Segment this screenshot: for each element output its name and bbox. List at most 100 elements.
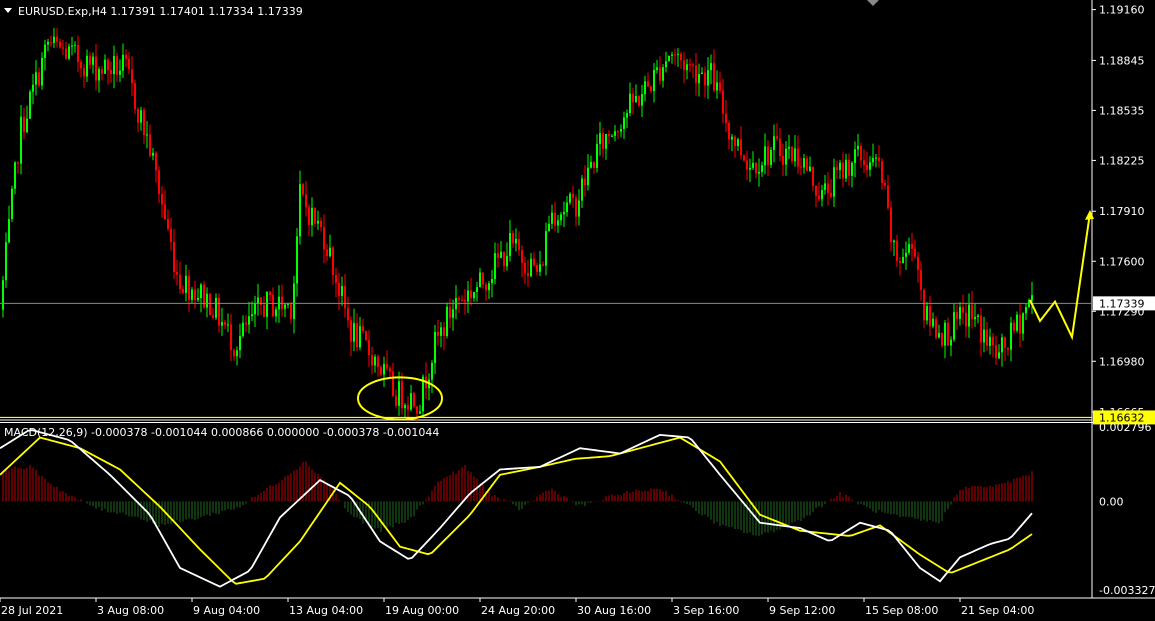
candle-body[interactable] [539, 264, 541, 272]
candle-body[interactable] [86, 55, 88, 77]
candle-body[interactable] [299, 184, 301, 237]
candle-body[interactable] [806, 158, 808, 171]
candle-body[interactable] [20, 116, 22, 164]
candle-body[interactable] [35, 72, 37, 85]
candle-body[interactable] [215, 297, 217, 318]
candle-body[interactable] [458, 297, 460, 300]
candle-body[interactable] [698, 74, 700, 84]
candle-body[interactable] [983, 329, 985, 343]
candle-body[interactable] [227, 324, 229, 326]
candle-body[interactable] [632, 93, 634, 103]
candle-body[interactable] [401, 381, 403, 409]
candle-body[interactable] [755, 162, 757, 174]
candle-body[interactable] [938, 332, 940, 338]
candle-body[interactable] [953, 312, 955, 340]
candle-body[interactable] [905, 252, 907, 257]
candle-body[interactable] [536, 265, 538, 272]
candle-body[interactable] [233, 350, 235, 357]
candle-body[interactable] [251, 314, 253, 317]
candle-body[interactable] [206, 293, 208, 308]
candle-body[interactable] [224, 322, 226, 325]
candle-body[interactable] [731, 136, 733, 140]
candle-body[interactable] [80, 61, 82, 69]
candle-body[interactable] [974, 316, 976, 320]
candle-body[interactable] [170, 228, 172, 242]
candle-body[interactable] [53, 36, 55, 43]
candle-body[interactable] [890, 207, 892, 243]
candle-body[interactable] [194, 289, 196, 301]
candle-body[interactable] [893, 240, 895, 243]
candle-body[interactable] [1031, 295, 1033, 301]
candle-body[interactable] [842, 162, 844, 179]
candle-body[interactable] [59, 41, 61, 48]
candle-body[interactable] [716, 82, 718, 91]
candle-body[interactable] [533, 258, 535, 266]
candle-body[interactable] [929, 306, 931, 327]
candle-body[interactable] [197, 297, 199, 301]
candle-body[interactable] [770, 149, 772, 165]
candle-body[interactable] [110, 69, 112, 75]
candle-body[interactable] [764, 146, 766, 166]
candle-body[interactable] [512, 233, 514, 244]
candle-body[interactable] [509, 233, 511, 257]
candle-body[interactable] [620, 128, 622, 132]
candle-body[interactable] [209, 293, 211, 316]
candle-body[interactable] [773, 136, 775, 150]
candle-body[interactable] [143, 110, 145, 136]
candle-body[interactable] [302, 184, 304, 195]
candle-body[interactable] [74, 44, 76, 46]
candle-body[interactable] [728, 122, 730, 140]
candle-body[interactable] [713, 63, 715, 91]
candle-body[interactable] [545, 231, 547, 266]
candle-body[interactable] [944, 322, 946, 346]
candle-body[interactable] [599, 133, 601, 144]
candle-body[interactable] [638, 96, 640, 106]
candle-body[interactable] [725, 113, 727, 123]
candle-body[interactable] [341, 286, 343, 296]
candle-body[interactable] [71, 45, 73, 47]
candle-body[interactable] [500, 251, 502, 258]
candle-body[interactable] [104, 59, 106, 74]
candle-body[interactable] [650, 86, 652, 92]
candle-body[interactable] [668, 55, 670, 62]
candle-body[interactable] [839, 162, 841, 170]
candle-body[interactable] [152, 152, 154, 156]
candle-body[interactable] [1004, 337, 1006, 348]
candle-body[interactable] [710, 63, 712, 71]
candle-body[interactable] [14, 162, 16, 189]
candle-body[interactable] [827, 183, 829, 193]
candle-body[interactable] [158, 170, 160, 195]
candle-body[interactable] [374, 356, 376, 366]
candle-body[interactable] [191, 289, 193, 300]
candle-body[interactable] [56, 36, 58, 42]
candle-body[interactable] [392, 371, 394, 396]
candle-body[interactable] [305, 194, 307, 208]
candle-body[interactable] [590, 161, 592, 168]
candle-body[interactable] [767, 146, 769, 165]
candle-body[interactable] [200, 284, 202, 298]
candle-body[interactable] [353, 323, 355, 342]
candle-body[interactable] [146, 134, 148, 136]
candle-body[interactable] [965, 312, 967, 327]
candle-body[interactable] [809, 166, 811, 171]
candle-body[interactable] [683, 60, 685, 71]
candle-body[interactable] [788, 146, 790, 149]
candle-body[interactable] [671, 54, 673, 56]
candle-body[interactable] [83, 68, 85, 77]
candle-body[interactable] [332, 247, 334, 275]
candle-body[interactable] [686, 64, 688, 71]
candle-body[interactable] [335, 274, 337, 283]
candle-body[interactable] [911, 244, 913, 249]
candle-body[interactable] [506, 256, 508, 267]
candle-body[interactable] [386, 364, 388, 369]
candle-body[interactable] [947, 322, 949, 346]
candle-body[interactable] [419, 411, 421, 414]
candle-body[interactable] [926, 306, 928, 321]
candle-body[interactable] [584, 178, 586, 186]
candle-body[interactable] [560, 214, 562, 221]
candle-body[interactable] [407, 405, 409, 410]
candle-body[interactable] [434, 331, 436, 363]
candle-body[interactable] [371, 355, 373, 366]
candle-body[interactable] [431, 362, 433, 380]
candle-body[interactable] [797, 148, 799, 167]
